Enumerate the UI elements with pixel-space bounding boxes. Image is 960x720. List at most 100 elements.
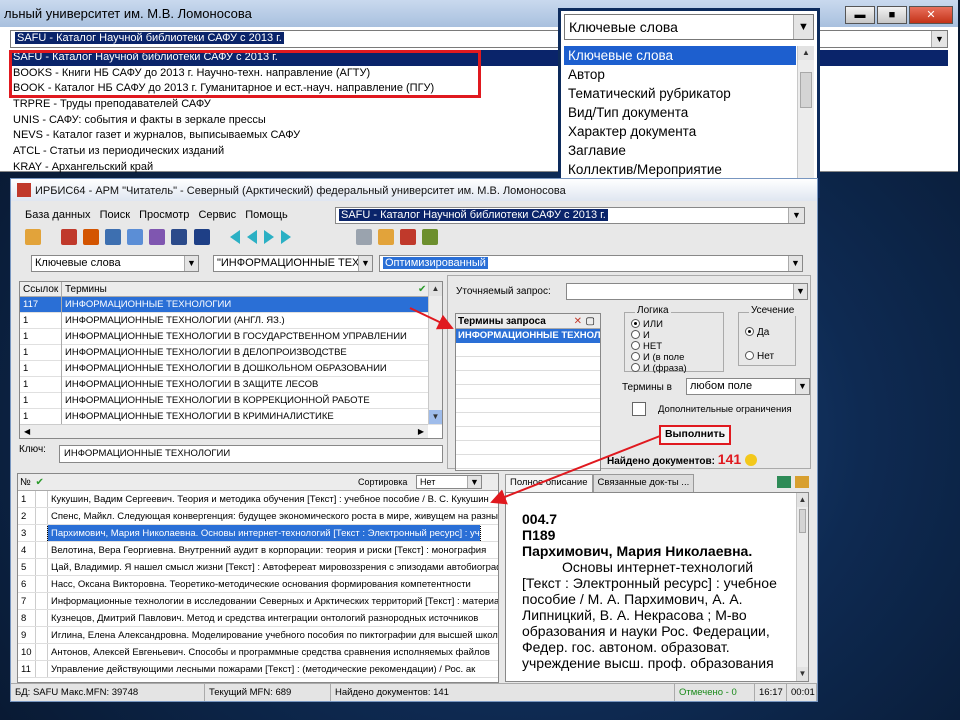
scroll-down-icon[interactable]: ▼ bbox=[429, 410, 442, 424]
logic-option[interactable]: НЕТ bbox=[631, 341, 723, 352]
chevron-down-icon[interactable]: ▼ bbox=[788, 256, 802, 271]
menu-service[interactable]: Сервис bbox=[198, 209, 236, 221]
tab-full-description[interactable]: Полное описание bbox=[505, 474, 593, 492]
chevron-down-icon[interactable]: ▼ bbox=[358, 256, 372, 271]
document-checkbox[interactable] bbox=[36, 525, 48, 541]
scroll-thumb[interactable] bbox=[800, 72, 812, 108]
search-field-option[interactable]: Заглавие bbox=[564, 141, 796, 160]
book-icon[interactable] bbox=[171, 229, 188, 245]
database-combo[interactable]: SAFU - Каталог Научной библиотеки САФУ с… bbox=[335, 207, 805, 224]
document-row[interactable]: 10 Антонов, Алексей Евгеньевич. Способы и… bbox=[18, 644, 498, 661]
document-checkbox[interactable] bbox=[36, 593, 48, 609]
scroll-up-icon[interactable]: ▲ bbox=[798, 46, 814, 60]
bookmark-icon[interactable] bbox=[193, 229, 210, 245]
delete-icon[interactable] bbox=[83, 229, 100, 245]
search-field-option[interactable]: Характер документа bbox=[564, 122, 796, 141]
menu-search[interactable]: Поиск bbox=[100, 209, 130, 221]
document-checkbox[interactable] bbox=[36, 576, 48, 592]
chevron-down-icon[interactable]: ▼ bbox=[793, 284, 807, 299]
chevron-down-icon[interactable]: ▼ bbox=[467, 476, 481, 488]
document-checkbox[interactable] bbox=[36, 610, 48, 626]
tab-related-docs[interactable]: Связанные док-ты ... bbox=[592, 474, 695, 492]
scroll-thumb[interactable] bbox=[799, 509, 806, 533]
chevron-down-icon[interactable]: ▼ bbox=[795, 379, 809, 394]
terms-in-select[interactable]: любом поле ▼ bbox=[686, 378, 810, 395]
truncation-yes[interactable]: Да bbox=[745, 327, 769, 338]
document-checkbox[interactable] bbox=[36, 661, 48, 677]
terms-hscrollbar[interactable]: ◀ ▶ bbox=[20, 424, 428, 438]
search-field-option[interactable]: Автор bbox=[564, 65, 796, 84]
print-icon[interactable] bbox=[355, 229, 372, 245]
chevron-down-icon[interactable]: ▼ bbox=[184, 256, 198, 271]
form-icon[interactable] bbox=[105, 229, 122, 245]
extra-constraints-checkbox[interactable] bbox=[632, 402, 646, 416]
logic-option[interactable]: И (в поле bbox=[631, 352, 723, 363]
chevron-down-icon[interactable]: ▼ bbox=[931, 31, 947, 47]
scroll-down-icon[interactable]: ▼ bbox=[797, 667, 808, 681]
first-record-icon[interactable] bbox=[229, 230, 240, 244]
scroll-right-icon[interactable]: ▶ bbox=[418, 425, 424, 438]
description-scrollbar[interactable]: ▲ ▼ bbox=[796, 493, 808, 681]
query-term-item[interactable]: ИНФОРМАЦИОННЫЕ ТЕХНОЛ bbox=[456, 329, 600, 343]
save-icon[interactable] bbox=[378, 229, 394, 245]
refine-query-combo[interactable]: ▼ bbox=[566, 283, 808, 300]
document-row[interactable]: 5 Цай, Владимир. Я нашел смысл жизни [Тек… bbox=[18, 559, 498, 576]
logic-option[interactable]: И bbox=[631, 330, 723, 341]
document-row[interactable]: 6 Насс, Оксана Викторовна. Теоретико-мето… bbox=[18, 576, 498, 593]
next-record-icon[interactable] bbox=[263, 230, 274, 244]
basket-icon[interactable] bbox=[61, 229, 78, 245]
chevron-down-icon[interactable]: ▼ bbox=[788, 208, 804, 223]
close-icon[interactable]: ✕ bbox=[574, 314, 582, 329]
scroll-left-icon[interactable]: ◀ bbox=[20, 427, 30, 436]
open-icon[interactable] bbox=[25, 229, 41, 245]
table-icon[interactable] bbox=[127, 229, 144, 245]
document-checkbox[interactable] bbox=[36, 644, 48, 660]
term-row[interactable]: 1 ИНФОРМАЦИОННЫЕ ТЕХНОЛОГИИ В ЗАЩИТЕ ЛЕСО… bbox=[20, 377, 442, 393]
menu-view[interactable]: Просмотр bbox=[139, 209, 189, 221]
document-row[interactable]: 9 Иглина, Елена Александровна. Моделирова… bbox=[18, 627, 498, 644]
document-row[interactable]: 4 Велотина, Вера Георгиевна. Внутренний а… bbox=[18, 542, 498, 559]
close-button[interactable]: ✕ bbox=[909, 6, 953, 24]
menu-help[interactable]: Помощь bbox=[245, 209, 288, 221]
document-row[interactable]: 8 Кузнецов, Дмитрий Павлович. Метод и сре… bbox=[18, 610, 498, 627]
document-checkbox[interactable] bbox=[36, 627, 48, 643]
logic-option[interactable]: ИЛИ bbox=[631, 319, 723, 330]
document-row[interactable]: 7 Информационные технологии в исследовани… bbox=[18, 593, 498, 610]
document-checkbox[interactable] bbox=[36, 559, 48, 575]
search-field-option[interactable]: Тематический рубрикатор bbox=[564, 84, 796, 103]
logic-option[interactable]: И (фраза) bbox=[631, 363, 723, 374]
options-scrollbar[interactable]: ▲ ▼ bbox=[797, 46, 814, 198]
term-row[interactable]: 117 ИНФОРМАЦИОННЫЕ ТЕХНОЛОГИИ bbox=[20, 297, 442, 313]
execute-button[interactable]: Выполнить bbox=[659, 425, 731, 445]
term-row[interactable]: 1 ИНФОРМАЦИОННЫЕ ТЕХНОЛОГИИ В ДЕЛОПРОИЗВО… bbox=[20, 345, 442, 361]
term-row[interactable]: 1 ИНФОРМАЦИОННЫЕ ТЕХНОЛОГИИ В КОРРЕКЦИОНН… bbox=[20, 393, 442, 409]
search-field-option[interactable]: Ключевые слова bbox=[564, 46, 796, 65]
tag-icon[interactable] bbox=[795, 476, 809, 488]
search-field-option[interactable]: Коллектив/Мероприятие bbox=[564, 160, 796, 179]
cart-icon[interactable] bbox=[777, 476, 791, 488]
checkmark-icon[interactable]: ✔ bbox=[418, 282, 426, 297]
scroll-up-icon[interactable]: ▲ bbox=[797, 493, 808, 507]
document-row[interactable]: 1 Кукушин, Вадим Сергеевич. Теория и мето… bbox=[18, 491, 498, 508]
document-checkbox[interactable] bbox=[36, 491, 48, 507]
minimize-button[interactable]: ▬ bbox=[845, 6, 875, 24]
menu-database[interactable]: База данных bbox=[25, 209, 91, 221]
export-icon[interactable] bbox=[149, 229, 166, 245]
report-icon[interactable] bbox=[400, 229, 417, 245]
sort-select[interactable]: Нет ▼ bbox=[416, 475, 482, 489]
document-checkbox[interactable] bbox=[36, 542, 48, 558]
search-mode-select[interactable]: Оптимизированный ▼ bbox=[379, 255, 803, 272]
key-input[interactable]: ИНФОРМАЦИОННЫЕ ТЕХНОЛОГИИ bbox=[59, 445, 443, 463]
truncation-no[interactable]: Нет bbox=[745, 351, 774, 362]
document-row[interactable]: 2 Спенс, Майкл. Следующая конвергенция: б… bbox=[18, 508, 498, 525]
term-row[interactable]: 1 ИНФОРМАЦИОННЫЕ ТЕХНОЛОГИИ В ДОШКОЛЬНОМ … bbox=[20, 361, 442, 377]
term-row[interactable]: 1 ИНФОРМАЦИОННЫЕ ТЕХНОЛОГИИ В ГОСУДАРСТВЕ… bbox=[20, 329, 442, 345]
term-row[interactable]: 1 ИНФОРМАЦИОННЫЕ ТЕХНОЛОГИИ (АНГЛ. ЯЗ.) bbox=[20, 313, 442, 329]
edit-icon[interactable] bbox=[422, 229, 439, 245]
prev-record-icon[interactable] bbox=[246, 230, 257, 244]
search-term-input[interactable]: "ИНФОРМАЦИОННЫЕ ТЕХНОЛОГ ▼ bbox=[213, 255, 373, 272]
document-checkbox[interactable] bbox=[36, 508, 48, 524]
scroll-up-icon[interactable]: ▲ bbox=[429, 282, 442, 296]
terms-scrollbar[interactable]: ▲ ▼ bbox=[428, 282, 442, 424]
search-field-option[interactable]: Вид/Тип документа bbox=[564, 103, 796, 122]
